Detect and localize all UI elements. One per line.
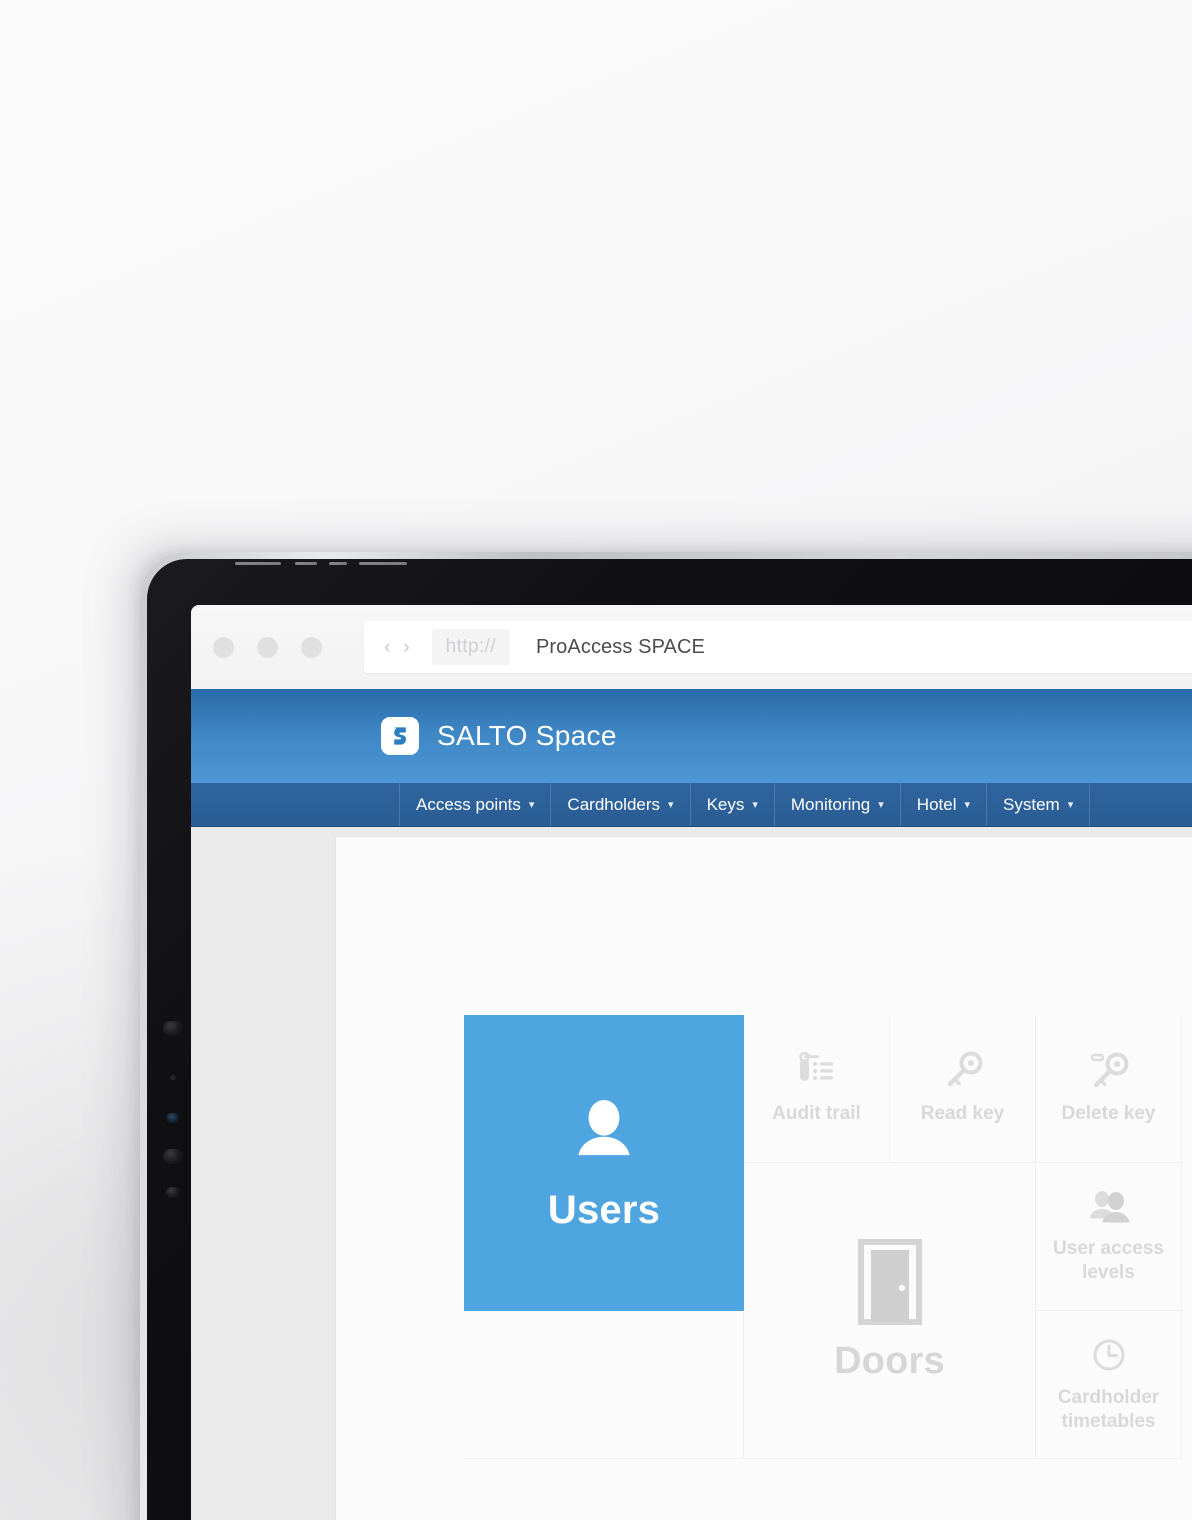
device-bezel: ‹ › http:// ProAccess SPACE SALTO Space [147, 559, 1192, 1520]
chevron-down-icon: ▾ [964, 799, 971, 811]
nav-item-hotel[interactable]: Hotel ▾ [899, 783, 986, 826]
key-icon [942, 1051, 984, 1091]
device-pinhole [170, 1075, 176, 1080]
app-header: SALTO Space [191, 689, 1192, 783]
device-edge-mark [295, 562, 317, 565]
device-edge-mark [359, 562, 407, 565]
tile-read-key[interactable]: Read key [890, 1015, 1036, 1163]
nav-item-keys[interactable]: Keys ▾ [689, 783, 774, 826]
nav-label: Access points [416, 794, 521, 814]
nav-label: Monitoring [790, 794, 871, 814]
tile-cardholder-timetables[interactable]: Cardholder timetables [1036, 1311, 1182, 1459]
device-speaker [163, 1021, 184, 1036]
window-controls [213, 636, 322, 658]
salto-s-logo-icon [381, 717, 419, 755]
browser-nav-arrows: ‹ › [384, 638, 410, 657]
device-camera [166, 1113, 180, 1123]
browser-chrome: ‹ › http:// ProAccess SPACE [191, 605, 1192, 689]
device-edge-mark [329, 562, 347, 565]
window-close-button[interactable] [213, 636, 234, 658]
key-minus-icon [1086, 1051, 1132, 1091]
chevron-down-icon: ▾ [1067, 799, 1074, 811]
brand-name: SALTO Space [437, 720, 617, 751]
tile-label: Doors [834, 1340, 945, 1382]
nav-label: System [1003, 794, 1060, 814]
tile-label: Cardholder timetables [1057, 1386, 1160, 1432]
tile-audit-trail[interactable]: Audit trail [744, 1015, 890, 1163]
nav-item-access-points[interactable]: Access points ▾ [399, 783, 550, 826]
url-scheme-badge: http:// [431, 629, 510, 665]
device-sensor [163, 1149, 184, 1164]
nav-label: Keys [706, 794, 745, 814]
tile-empty [464, 1311, 744, 1459]
tile-label: Read key [920, 1102, 1005, 1124]
clock-icon [1089, 1335, 1129, 1375]
tile-doors[interactable]: Doors [744, 1163, 1036, 1459]
tile-label: Audit trail [772, 1102, 861, 1124]
window-minimize-button[interactable] [257, 636, 278, 658]
tile-users[interactable]: Users [464, 1015, 744, 1311]
chevron-down-icon: ▾ [752, 799, 758, 811]
main-navigation: Access points ▾ Cardholders ▾ Keys ▾ Mon… [191, 783, 1192, 827]
browser-window: ‹ › http:// ProAccess SPACE SALTO Space [191, 605, 1192, 1520]
forward-button[interactable]: › [403, 638, 409, 657]
chevron-down-icon: ▾ [668, 799, 674, 811]
window-maximize-button[interactable] [301, 636, 322, 658]
app-body: Users Audit trail Read key Delete key Do… [191, 827, 1192, 1520]
page-title: ProAccess SPACE [535, 635, 705, 658]
chevron-down-icon: ▾ [528, 799, 535, 811]
nav-item-monitoring[interactable]: Monitoring ▾ [773, 783, 900, 826]
person-icon [566, 1094, 642, 1170]
dashboard-tile-grid: Users Audit trail Read key Delete key Do… [464, 1015, 1192, 1459]
tile-label: Delete key [1061, 1102, 1156, 1124]
tablet-device: ‹ › http:// ProAccess SPACE SALTO Space [140, 552, 1192, 1520]
tile-label: User access levels [1053, 1237, 1164, 1283]
chevron-down-icon: ▾ [878, 799, 884, 811]
device-edge-mark [235, 562, 281, 565]
tile-delete-key[interactable]: Delete key [1036, 1015, 1182, 1163]
brand[interactable]: SALTO Space [381, 717, 617, 755]
nav-item-cardholders[interactable]: Cardholders ▾ [550, 783, 689, 826]
nav-label: Cardholders [567, 794, 661, 814]
nav-item-system[interactable]: System ▾ [986, 783, 1091, 826]
door-handle-list-icon [795, 1051, 839, 1091]
back-button[interactable]: ‹ [384, 638, 390, 657]
tile-user-access-levels[interactable]: User access levels [1036, 1163, 1182, 1311]
content-panel: Users Audit trail Read key Delete key Do… [335, 837, 1192, 1520]
nav-label: Hotel [916, 794, 957, 814]
door-icon [853, 1238, 927, 1326]
tile-label: Users [547, 1187, 661, 1232]
address-bar[interactable]: ‹ › http:// ProAccess SPACE [364, 621, 1192, 673]
device-microphone [166, 1187, 181, 1198]
two-people-icon [1085, 1188, 1133, 1226]
